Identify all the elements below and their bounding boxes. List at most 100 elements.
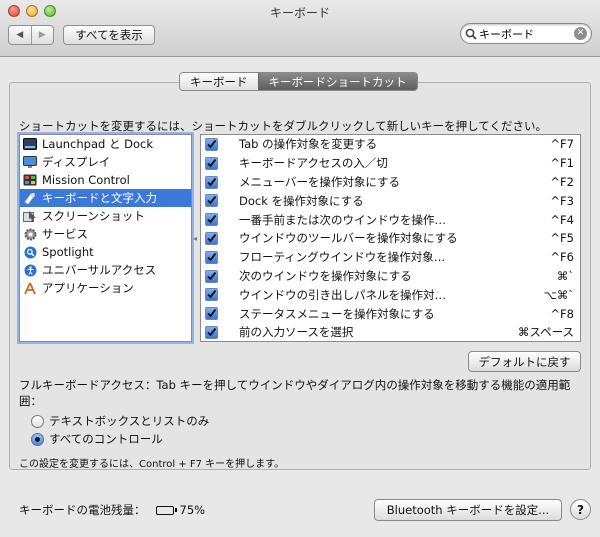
applications-icon <box>23 281 37 295</box>
shortcut-enabled-checkbox[interactable] <box>205 269 218 283</box>
shortcut-key[interactable]: ^F2 <box>550 175 574 189</box>
shortcut-name: メニューバーを操作対象にする <box>239 174 400 189</box>
shortcut-key[interactable]: ^F4 <box>550 213 574 227</box>
shortcut-key[interactable]: ⌘` <box>557 269 574 283</box>
shortcut-row[interactable]: 一番手前または次のウインドウを操作… ^F4 <box>201 210 580 229</box>
shortcut-name: キーボードアクセスの入／切 <box>239 156 388 171</box>
shortcut-row[interactable]: メニューバーを操作対象にする ^F2 <box>201 173 580 192</box>
shortcut-name: Tab の操作対象を変更する <box>239 137 378 152</box>
shortcut-key[interactable]: ^F5 <box>550 231 574 245</box>
checkmark-icon <box>207 158 217 168</box>
checkmark-icon <box>207 252 217 262</box>
shortcut-row[interactable]: Dock を操作対象にする ^F3 <box>201 191 580 210</box>
setup-bluetooth-keyboard-button[interactable]: Bluetooth キーボードを設定... <box>374 499 562 521</box>
back-forward-control: ◀ ▶ <box>8 25 54 45</box>
shortcut-key[interactable]: ^F3 <box>550 194 574 208</box>
battery-label: キーボードの電池残量： <box>19 503 146 517</box>
shortcut-enabled-checkbox[interactable] <box>205 250 218 264</box>
radio-all-controls[interactable]: すべてのコントロール <box>31 431 163 447</box>
tab-keyboard[interactable]: キーボード <box>180 73 258 90</box>
shortcut-row[interactable]: 前の入力ソースを選択 ⌘スペース <box>201 323 580 341</box>
search-field[interactable]: ✕ <box>460 23 592 44</box>
category-label: Launchpad と Dock <box>42 137 153 151</box>
forward-button[interactable]: ▶ <box>30 26 54 44</box>
radio-button-selected[interactable] <box>31 432 44 446</box>
shortcut-enabled-checkbox[interactable] <box>205 231 218 245</box>
universal-access-icon <box>23 263 37 277</box>
shortcut-name: 次のウインドウを操作対象にする <box>239 268 412 283</box>
radio-text-boxes-lists-only[interactable]: テキストボックスとリストのみ <box>31 413 209 429</box>
clear-search-icon[interactable]: ✕ <box>574 27 587 40</box>
category-item-launchpad-dock[interactable]: Launchpad と Dock <box>20 135 191 153</box>
back-button[interactable]: ◀ <box>9 26 31 44</box>
shortcut-table[interactable]: Tab の操作対象を変更する ^F7 キーボードアクセスの入／切 ^F1 メニューバーを… <box>200 134 581 342</box>
shortcut-name: フローティングウインドウを操作対象… <box>239 250 446 265</box>
category-item-screenshot[interactable]: スクリーンショット <box>20 207 191 225</box>
search-input[interactable] <box>479 27 569 40</box>
shortcut-enabled-checkbox[interactable] <box>205 138 218 151</box>
shortcut-row[interactable]: キーボードアクセスの入／切 ^F1 <box>201 154 580 173</box>
shortcut-name: 一番手前または次のウインドウを操作… <box>239 212 446 227</box>
category-label: スクリーンショット <box>42 209 145 223</box>
full-keyboard-access-description: フルキーボードアクセス：Tab キーを押してウインドウやダイアログ内の操作対象を… <box>19 378 571 408</box>
shortcut-category-list[interactable]: Launchpad と Dock ディスプレイ Mission Control … <box>19 134 192 342</box>
mission-control-icon <box>23 173 37 187</box>
services-gear-icon <box>23 227 37 241</box>
shortcut-name: ウインドウの引き出しパネルを操作対… <box>239 287 446 302</box>
shortcut-enabled-checkbox[interactable] <box>205 194 218 208</box>
category-item-applications[interactable]: アプリケーション <box>20 279 191 297</box>
category-label: サービス <box>42 227 88 241</box>
category-item-universal-access[interactable]: ユニバーサルアクセス <box>20 261 191 279</box>
shortcut-enabled-checkbox[interactable] <box>205 213 218 227</box>
launchpad-dock-icon <box>23 137 37 151</box>
category-item-display[interactable]: ディスプレイ <box>20 153 191 171</box>
shortcut-key[interactable]: ⌘スペース <box>518 324 574 340</box>
search-icon <box>465 28 477 40</box>
battery-percent: 75% <box>179 503 206 517</box>
control-f7-note: この設定を変更するには、Control + F7 キーを押します。 <box>19 459 285 470</box>
battery-status: キーボードの電池残量： 75% <box>19 502 205 518</box>
split-view-handle[interactable]: ◂ <box>193 234 197 243</box>
tab-bar: キーボード キーボードショートカット <box>179 72 418 91</box>
checkmark-icon <box>207 327 217 337</box>
radio-button[interactable] <box>31 414 44 428</box>
tab-keyboard-shortcuts[interactable]: キーボードショートカット <box>257 73 417 90</box>
radio-label: テキストボックスとリストのみ <box>49 414 210 428</box>
checkmark-icon <box>207 177 217 187</box>
window-title: キーボード <box>269 6 330 20</box>
category-item-keyboard-input[interactable]: キーボードと文字入力 <box>20 189 191 207</box>
shortcut-row[interactable]: Tab の操作対象を変更する ^F7 <box>201 135 580 154</box>
keyboard-input-icon <box>23 191 37 205</box>
show-all-button[interactable]: すべてを表示 <box>63 25 155 45</box>
restore-defaults-button[interactable]: デフォルトに戻す <box>468 351 581 372</box>
category-item-mission-control[interactable]: Mission Control <box>20 171 191 189</box>
category-label: ユニバーサルアクセス <box>42 263 157 277</box>
shortcut-enabled-checkbox[interactable] <box>205 325 218 339</box>
shortcut-row[interactable]: ウインドウの引き出しパネルを操作対… ⌥⌘` <box>201 285 580 304</box>
shortcut-enabled-checkbox[interactable] <box>205 156 218 170</box>
shortcut-key[interactable]: ^F6 <box>550 250 574 264</box>
shortcut-key[interactable]: ⌥⌘` <box>543 288 574 302</box>
checkmark-icon <box>207 309 217 318</box>
shortcut-row[interactable]: ウインドウのツールバーを操作対象にする ^F5 <box>201 229 580 248</box>
checkmark-icon <box>207 139 217 149</box>
checkmark-icon <box>207 290 217 299</box>
shortcut-enabled-checkbox[interactable] <box>205 175 218 189</box>
category-item-spotlight[interactable]: Spotlight <box>20 243 191 261</box>
shortcut-enabled-checkbox[interactable] <box>205 307 218 321</box>
shortcut-key[interactable]: ^F8 <box>550 307 574 321</box>
window-titlebar: キーボード ◀ ▶ すべてを表示 ✕ <box>0 0 600 57</box>
display-icon <box>23 155 37 169</box>
shortcut-name: 前の入力ソースを選択 <box>239 325 354 340</box>
help-button[interactable]: ? <box>570 499 591 520</box>
shortcut-enabled-checkbox[interactable] <box>205 288 218 302</box>
checkmark-icon <box>207 233 217 243</box>
category-item-services[interactable]: サービス <box>20 225 191 243</box>
shortcut-key[interactable]: ^F7 <box>550 137 574 151</box>
shortcut-row[interactable]: ステータスメニューを操作対象にする ^F8 <box>201 304 580 323</box>
shortcut-key[interactable]: ^F1 <box>550 156 574 170</box>
shortcut-row[interactable]: フローティングウインドウを操作対象… ^F6 <box>201 248 580 267</box>
shortcut-row[interactable]: 次のウインドウを操作対象にする ⌘` <box>201 267 580 286</box>
category-label: Mission Control <box>42 173 130 187</box>
shortcut-name: ステータスメニューを操作対象にする <box>239 306 435 321</box>
